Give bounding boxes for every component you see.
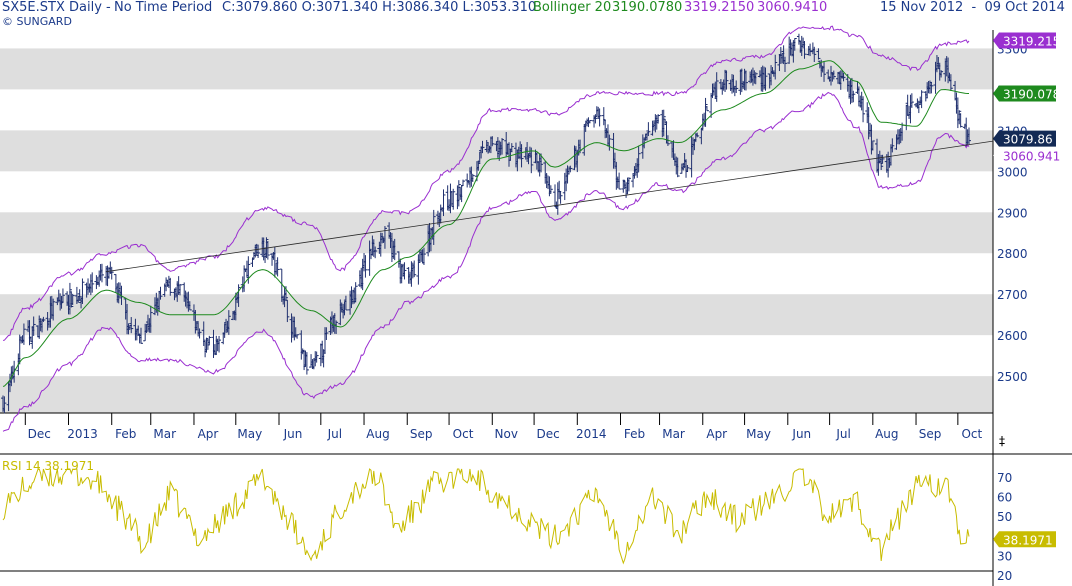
y-tick-label: 2500 [997, 370, 1028, 384]
x-tick-label: Jul [327, 427, 342, 441]
x-tick-label: Feb [115, 427, 136, 441]
rsi-value-tag-label: 38.1971 [1003, 533, 1053, 547]
rsi-tick-label: 20 [997, 569, 1012, 583]
grid-band [0, 376, 993, 413]
x-tick-label: Aug [366, 427, 389, 441]
rsi-title: RSI 14 38.1971 [2, 459, 94, 473]
x-tick-label: Oct [961, 427, 982, 441]
y-tick-label: 2700 [997, 288, 1028, 302]
x-tick-label: Aug [875, 427, 898, 441]
x-tick-label: May [237, 427, 262, 441]
x-tick-label: Nov [495, 427, 518, 441]
y-tick-label: 2800 [997, 247, 1028, 261]
x-tick-label: Mar [662, 427, 685, 441]
x-tick-label: 2014 [576, 427, 607, 441]
x-tick-label: Jun [791, 427, 811, 441]
x-tick-label: Dec [28, 427, 51, 441]
y-tick-label: 2600 [997, 329, 1028, 343]
grid-band [0, 212, 993, 254]
x-tick-label: Feb [624, 427, 645, 441]
ohlc-bar [441, 189, 446, 217]
rsi-panel: RSI 14 38.197120304050607038.1971 [2, 459, 1056, 583]
rsi-tick-label: 60 [997, 490, 1012, 504]
rsi-tick-label: 30 [997, 549, 1012, 563]
bollinger-mid-tag-label: 3190.078 [1003, 87, 1060, 101]
x-tick-label: May [746, 427, 771, 441]
x-tick-label: Sep [410, 427, 433, 441]
x-tick-label: Oct [453, 427, 474, 441]
y-tick-label: 2900 [997, 206, 1028, 220]
price-chart[interactable]: Dec 2013 Feb Mar Apr May Jun Jul Aug Sep Oct Nov Dec… [0, 0, 1072, 586]
rsi-line [2, 468, 970, 565]
x-tick-label: Sep [919, 427, 942, 441]
x-tick-label: Jun [283, 427, 303, 441]
x-tick-label: Apr [706, 427, 727, 441]
x-tick-label: Jul [835, 427, 850, 441]
y-tick-label: 3000 [997, 165, 1028, 179]
axis-move-icon: ‡ [999, 434, 1005, 448]
rsi-tick-label: 50 [997, 510, 1012, 524]
close-tag-label: 3079.86 [1003, 133, 1053, 147]
rsi-tick-label: 70 [997, 471, 1012, 485]
x-tick-label: 2013 [67, 427, 98, 441]
x-tick-label: Dec [536, 427, 559, 441]
x-tick-label: Apr [198, 427, 219, 441]
bollinger-lower-tag-label: 3060.941 [1003, 149, 1060, 163]
x-tick-label: Mar [153, 427, 176, 441]
x-axis: Dec 2013 Feb Mar Apr May Jun Jul Aug Sep Oct Nov Dec… [24, 413, 1005, 448]
bollinger-upper-tag-label: 3319.215 [1003, 35, 1060, 49]
grid-band [0, 48, 993, 90]
